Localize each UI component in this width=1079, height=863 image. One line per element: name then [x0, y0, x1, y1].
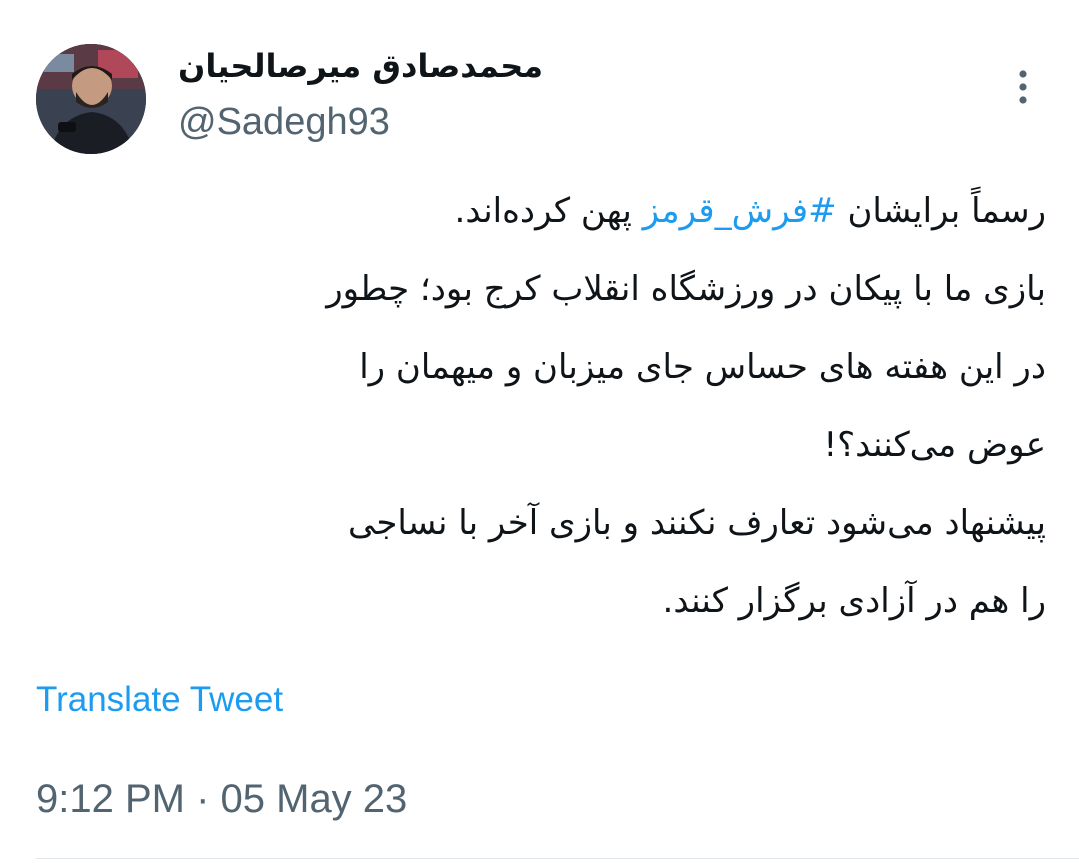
more-vertical-icon: [1019, 70, 1027, 104]
tweet-card: محمدصادق میرصالحیان @Sadegh93 رسماً برای…: [0, 0, 1079, 863]
tweet-timestamp[interactable]: 9:12 PM · 05 May 23: [36, 774, 407, 824]
tweet-line: در این هفته های حساس جای میزبان و میهمان…: [359, 347, 1046, 387]
tweet-line: بازی ما با پیکان در ورزشگاه انقلاب کرج ب…: [326, 269, 1046, 309]
tweet-line: رسماً برایشان #فرش_قرمز پهن کرده‌اند.: [36, 172, 1046, 250]
tweet-text: رسماً برایشان #فرش_قرمز پهن کرده‌اند. با…: [36, 172, 1046, 640]
tweet-line: عوض می‌کنند؟!: [823, 425, 1046, 465]
author-handle[interactable]: @Sadegh93: [178, 100, 390, 144]
translate-tweet-link[interactable]: Translate Tweet: [36, 678, 283, 722]
avatar[interactable]: [36, 44, 146, 154]
tweet-line: را هم در آزادی برگزار کنند.: [662, 581, 1046, 621]
tweet-text-segment: پهن کرده‌اند.: [454, 191, 643, 231]
tweet-line: پیشنهاد می‌شود تعارف نکنند و بازی آخر با…: [347, 503, 1046, 543]
more-options-button[interactable]: [1008, 68, 1038, 108]
author-display-name[interactable]: محمدصادق میرصالحیان: [178, 44, 543, 88]
divider: [36, 858, 1079, 859]
tweet-text-segment: رسماً برایشان: [836, 191, 1046, 231]
hashtag-link[interactable]: #فرش_قرمز: [643, 191, 837, 231]
